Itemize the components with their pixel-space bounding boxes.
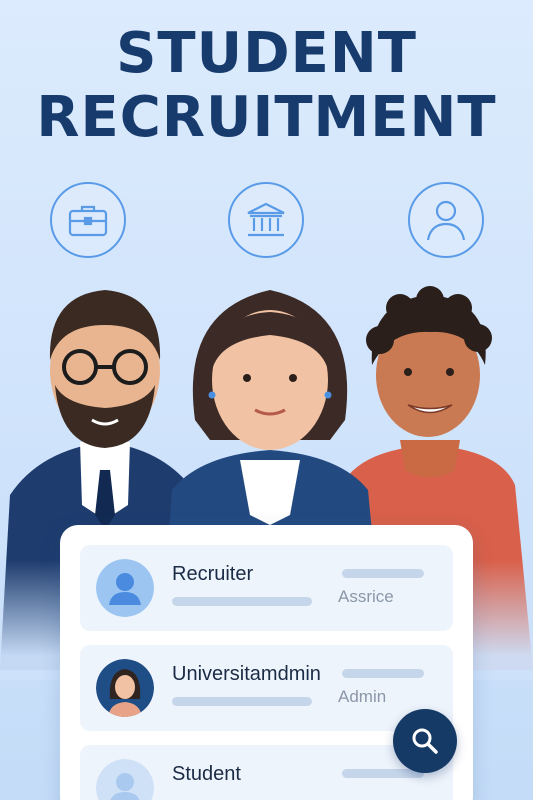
list-item-recruiter[interactable]: Recruiter Assrice [80, 545, 453, 631]
page-title: STUDENT RECRUITMENT [0, 22, 533, 150]
user-role: Admin [338, 687, 387, 706]
user-name: Student [172, 763, 241, 785]
user-name: Recruiter [172, 563, 254, 585]
placeholder-line [342, 669, 424, 678]
user-profile-icon [408, 182, 484, 258]
search-button[interactable] [393, 709, 457, 773]
university-icon [228, 182, 304, 258]
briefcase-icon [50, 182, 126, 258]
user-name: Universitamdmin [172, 663, 321, 685]
woman-avatar [96, 659, 154, 717]
list-item-university-admin[interactable]: Universitamdmin Admin [80, 645, 453, 731]
placeholder-line [172, 597, 312, 606]
user-role: Assrice [338, 587, 394, 606]
placeholder-line [342, 569, 424, 578]
title-line-1: STUDENT [116, 21, 417, 86]
generic-user-avatar [96, 759, 154, 800]
generic-user-avatar [96, 559, 154, 617]
placeholder-line [172, 697, 312, 706]
search-icon [412, 728, 438, 754]
title-line-2: RECRUITMENT [36, 85, 497, 150]
